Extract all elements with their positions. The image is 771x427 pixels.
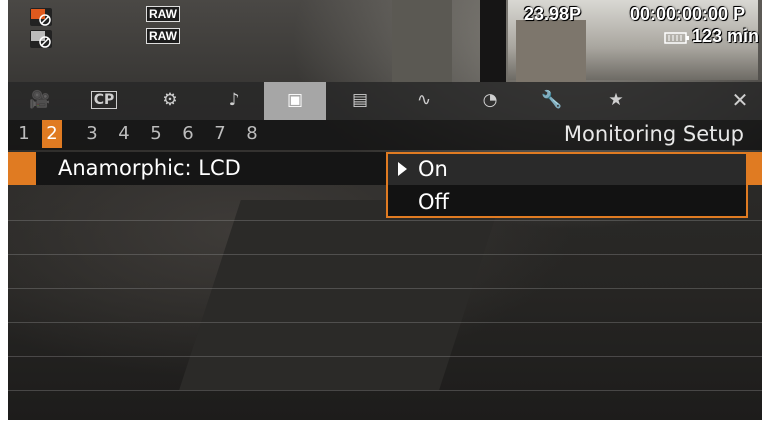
menu-tab-bar: 🎥 CP ⚙ ♪ ▣ ▤ ∿ ◔ 🔧 ★ ✕: [8, 82, 762, 120]
row-divider: [8, 390, 762, 391]
camera-setup-tab-icon[interactable]: ⚙: [146, 82, 194, 118]
selected-indicator-icon: [398, 162, 407, 176]
row-divider: [8, 322, 762, 323]
frame-rate: 23.98P: [524, 4, 582, 24]
row-divider: [8, 288, 762, 289]
settings-wrench-icon[interactable]: 🔧: [528, 82, 576, 118]
monitoring-tab-icon[interactable]: ▣: [264, 82, 326, 120]
page-selector-bar: 1 2 3 4 5 6 7 8 Monitoring Setup: [8, 120, 762, 150]
camera-tab-icon[interactable]: 🎥: [16, 82, 64, 118]
setting-label[interactable]: Anamorphic: LCD: [36, 152, 386, 185]
custom-picture-tab-icon[interactable]: CP: [80, 82, 128, 118]
page-5[interactable]: 5: [146, 120, 166, 148]
page-1[interactable]: 1: [14, 120, 34, 148]
page-4[interactable]: 4: [114, 120, 134, 148]
option-dropdown: On Off: [386, 152, 748, 218]
page-8[interactable]: 8: [242, 120, 262, 148]
recording-tab-icon[interactable]: ▤: [336, 82, 384, 118]
page-2[interactable]: 2: [42, 120, 62, 148]
b-channel-status-icon: [30, 30, 52, 48]
background-pillar: [480, 0, 506, 82]
background-building: [392, 0, 452, 84]
battery-time: 123 min: [692, 26, 760, 46]
menu-title: Monitoring Setup: [563, 122, 744, 146]
option-off-label: Off: [418, 190, 449, 214]
option-on-label: On: [418, 157, 448, 181]
option-on[interactable]: On: [388, 154, 746, 185]
row-divider: [8, 254, 762, 255]
option-off[interactable]: Off: [388, 187, 746, 218]
audio-status-icon: [30, 8, 52, 26]
frame-border-right: [762, 0, 771, 427]
battery-icon: [664, 30, 690, 49]
close-icon[interactable]: ✕: [716, 82, 764, 118]
raw-badge-bottom: RAW: [146, 28, 180, 44]
raw-badge-top: RAW: [146, 6, 180, 22]
audio-tab-icon[interactable]: ♪: [210, 82, 258, 118]
background-tower: [516, 20, 586, 82]
assistance-tab-icon[interactable]: ∿: [400, 82, 448, 118]
system-tab-icon[interactable]: ◔: [466, 82, 514, 118]
frame-border-bottom: [0, 420, 771, 427]
timecode: 00:00:00:00 P: [630, 4, 746, 24]
frame-border-left: [0, 0, 8, 427]
viewfinder-screen: RAW RAW 23.98P 00:00:00:00 P 123 min 🎥 C…: [0, 0, 771, 427]
my-menu-star-icon[interactable]: ★: [592, 82, 640, 118]
page-7[interactable]: 7: [210, 120, 230, 148]
page-3[interactable]: 3: [82, 120, 102, 148]
row-divider: [8, 220, 762, 221]
row-divider: [8, 356, 762, 357]
page-6[interactable]: 6: [178, 120, 198, 148]
